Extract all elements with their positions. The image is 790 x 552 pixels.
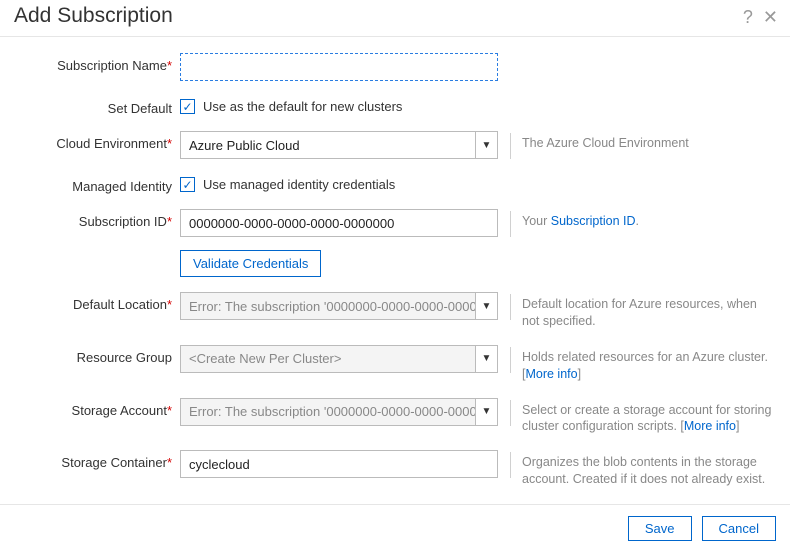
resource-group-more-info-link[interactable]: More info [525,367,577,381]
form-body: Subscription Name* Set Default ✓ Use as … [0,37,790,504]
subscription-id-input[interactable] [180,209,498,237]
cloud-env-label: Cloud Environment* [12,131,180,151]
chevron-down-icon[interactable]: ▼ [475,132,497,158]
chevron-down-icon[interactable]: ▼ [475,399,497,425]
default-location-help: Default location for Azure resources, wh… [522,292,778,330]
cancel-button[interactable]: Cancel [702,516,776,541]
chevron-down-icon[interactable]: ▼ [475,293,497,319]
storage-container-help: Organizes the blob contents in the stora… [522,450,778,488]
dialog-header: Add Subscription ? ✕ [0,0,790,37]
set-default-checkbox-label: Use as the default for new clusters [203,99,402,114]
managed-identity-checkbox-label: Use managed identity credentials [203,177,395,192]
subscription-name-input[interactable] [180,53,498,81]
add-subscription-dialog: Add Subscription ? ✕ Subscription Name* … [0,0,790,552]
storage-account-label: Storage Account* [12,398,180,418]
cloud-env-select[interactable]: Azure Public Cloud ▼ [180,131,498,159]
subscription-id-help: Your Subscription ID. [522,209,778,230]
storage-container-input[interactable] [180,450,498,478]
default-location-select[interactable]: Error: The subscription '0000000-0000-00… [180,292,498,320]
close-icon[interactable]: ✕ [763,8,778,26]
managed-identity-checkbox[interactable]: ✓ [180,177,195,192]
cloud-env-help: The Azure Cloud Environment [522,131,778,152]
storage-account-select[interactable]: Error: The subscription '0000000-0000-00… [180,398,498,426]
set-default-checkbox[interactable]: ✓ [180,99,195,114]
storage-account-more-info-link[interactable]: More info [684,419,736,433]
resource-group-label: Resource Group [12,345,180,365]
chevron-down-icon[interactable]: ▼ [475,346,497,372]
storage-container-label: Storage Container* [12,450,180,470]
subscription-name-label: Subscription Name* [12,53,180,73]
dialog-footer: Save Cancel [0,504,790,552]
validate-credentials-button[interactable]: Validate Credentials [180,250,321,277]
help-icon[interactable]: ? [743,8,753,26]
subscription-id-label: Subscription ID* [12,209,180,229]
managed-identity-label: Managed Identity [12,174,180,194]
resource-group-help: Holds related resources for an Azure clu… [522,345,778,383]
resource-group-select[interactable]: <Create New Per Cluster> ▼ [180,345,498,373]
set-default-label: Set Default [12,96,180,116]
subscription-id-link[interactable]: Subscription ID [551,214,636,228]
storage-account-help: Select or create a storage account for s… [522,398,778,436]
default-location-label: Default Location* [12,292,180,312]
dialog-title: Add Subscription [14,4,173,28]
save-button[interactable]: Save [628,516,692,541]
